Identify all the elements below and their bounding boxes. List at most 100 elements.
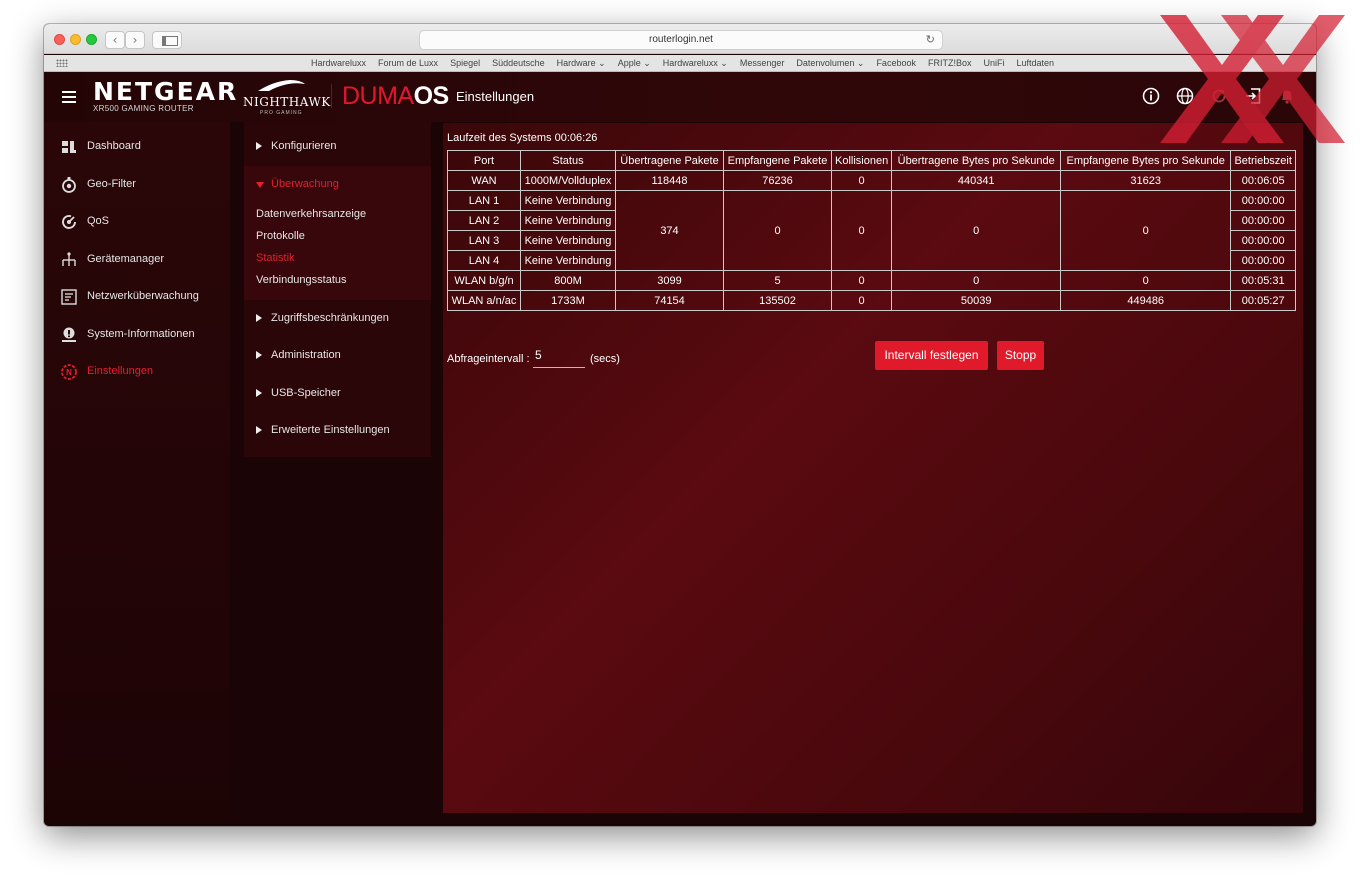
cell-tx-packets: 3099: [615, 270, 724, 291]
network-monitor-icon: [61, 289, 77, 305]
cell-tx-packets: 374: [615, 190, 724, 271]
cell-port: LAN 4: [447, 250, 521, 271]
minimize-window-button[interactable]: [70, 34, 81, 45]
reload-icon[interactable]: ↻: [926, 31, 935, 49]
bookmark-item[interactable]: Spiegel: [444, 55, 486, 72]
cell-tx-bytes: 0: [891, 270, 1062, 291]
cell-uptime: 00:00:00: [1230, 230, 1297, 251]
nav-item-geo-filter[interactable]: Geo-Filter: [44, 172, 230, 198]
cell-status: Keine Verbindung: [520, 210, 616, 231]
bookmark-item[interactable]: FRITZ!Box: [922, 55, 978, 72]
top-sites-icon[interactable]: [56, 59, 68, 67]
cell-status: 800M: [520, 270, 616, 291]
address-bar[interactable]: routerlogin.net ↻: [419, 30, 943, 50]
back-button[interactable]: ‹: [105, 31, 125, 49]
nav-item-network-monitoring[interactable]: Netzwerküberwachung: [44, 284, 230, 310]
cell-uptime: 00:00:00: [1230, 190, 1297, 211]
column-header: Empfangene Pakete: [723, 150, 832, 171]
zoom-window-button[interactable]: [86, 34, 97, 45]
nav-item-system-info[interactable]: System-Informationen: [44, 322, 230, 348]
header-divider: [331, 84, 332, 108]
bookmarks-bar: Hardwareluxx Forum de Luxx Spiegel Südde…: [44, 55, 1316, 72]
nav-label: Gerätemanager: [87, 253, 165, 265]
bookmark-item[interactable]: Hardware ⌄: [551, 55, 612, 72]
nav-label: System-Informationen: [87, 328, 195, 340]
nav-label: Dashboard: [87, 140, 141, 152]
column-header: Status: [520, 150, 616, 171]
bookmark-item[interactable]: Hardwareluxx ⌄: [657, 55, 734, 72]
subnav-advanced-settings[interactable]: Erweiterte Einstellungen: [244, 418, 431, 444]
bookmark-item[interactable]: Apple ⌄: [612, 55, 657, 72]
bookmark-item[interactable]: Hardwareluxx: [305, 55, 372, 72]
cell-uptime: 00:06:05: [1230, 170, 1297, 191]
caret-right-icon: [256, 314, 262, 322]
subnav-configure[interactable]: Konfigurieren: [244, 134, 431, 160]
table-row: WAN 1000M/Vollduplex 118448 76236 0 4403…: [447, 170, 1297, 191]
nighthawk-sub: PRO GAMING: [260, 110, 303, 116]
bookmark-item[interactable]: UniFi: [977, 55, 1010, 72]
sidebar-toggle-icon[interactable]: [152, 31, 182, 49]
subnav-label: USB-Speicher: [271, 387, 341, 399]
column-header: Betriebszeit: [1230, 150, 1297, 171]
nav-item-device-manager[interactable]: Gerätemanager: [44, 247, 230, 273]
cell-rx-bytes: 449486: [1060, 290, 1232, 311]
cell-tx-bytes: 440341: [891, 170, 1062, 191]
table-header-row: Port Status Übertragene Pakete Empfangen…: [447, 150, 1297, 171]
subnav-link-traffic-meter[interactable]: Datenverkehrsanzeige: [256, 208, 366, 220]
nav-label: Geo-Filter: [87, 178, 136, 190]
browser-titlebar: ‹ › routerlogin.net ↻: [44, 24, 1316, 54]
menu-icon[interactable]: [62, 91, 76, 103]
forward-button[interactable]: ›: [125, 31, 145, 49]
subnav-link-connection-status[interactable]: Verbindungsstatus: [256, 274, 347, 286]
cell-rx-bytes: 0: [1060, 190, 1232, 271]
bookmark-item[interactable]: Süddeutsche: [486, 55, 551, 72]
cell-port: WLAN a/n/ac: [447, 290, 521, 311]
cell-uptime: 00:00:00: [1230, 250, 1297, 271]
cell-status: Keine Verbindung: [520, 250, 616, 271]
cell-tx-bytes: 50039: [891, 290, 1062, 311]
bookmark-item[interactable]: Messenger: [734, 55, 791, 72]
geo-filter-icon: [62, 177, 76, 193]
system-uptime: Laufzeit des Systems 00:06:26: [447, 132, 598, 144]
nav-item-dashboard[interactable]: Dashboard: [44, 134, 230, 160]
subnav-usb-storage[interactable]: USB-Speicher: [244, 381, 431, 407]
bookmark-item[interactable]: Luftdaten: [1011, 55, 1061, 72]
cell-status: 1733M: [520, 290, 616, 311]
subnav-link-statistics[interactable]: Statistik: [256, 252, 295, 264]
caret-right-icon: [256, 351, 262, 359]
dashboard-icon: [62, 141, 76, 153]
main-nav: Dashboard Geo-Filter QoS Gerätemanager N…: [44, 122, 230, 826]
bookmark-item[interactable]: Facebook: [870, 55, 922, 72]
column-header: Empfangene Bytes pro Sekunde: [1060, 150, 1232, 171]
cell-rx-packets: 5: [723, 270, 832, 291]
subnav-administration[interactable]: Administration: [244, 343, 431, 369]
cell-port: WAN: [447, 170, 521, 191]
bookmark-item[interactable]: Datenvolumen ⌄: [790, 55, 870, 72]
stop-button[interactable]: Stopp: [997, 341, 1044, 370]
poll-interval-label: Abfrageintervall :: [447, 353, 530, 365]
info-icon[interactable]: [1142, 87, 1160, 105]
subnav-monitoring[interactable]: Überwachung: [244, 172, 431, 198]
cell-collisions: 0: [830, 170, 893, 191]
cell-status: Keine Verbindung: [520, 230, 616, 251]
url-text: routerlogin.net: [649, 34, 713, 45]
subnav-label: Konfigurieren: [271, 140, 337, 152]
subnav-link-logs[interactable]: Protokolle: [256, 230, 305, 242]
os-text: OS: [413, 82, 450, 110]
bookmark-item[interactable]: Forum de Luxx: [372, 55, 444, 72]
statistics-panel: Laufzeit des Systems 00:06:26 Port Statu…: [443, 123, 1303, 813]
nav-label: Einstellungen: [87, 365, 154, 377]
close-window-button[interactable]: [54, 34, 65, 45]
caret-down-icon: [256, 182, 264, 188]
nav-item-settings[interactable]: N Einstellungen: [44, 359, 230, 385]
subnav-label: Erweiterte Einstellungen: [271, 424, 390, 436]
subnav-label: Administration: [271, 349, 341, 361]
cell-rx-bytes: 0: [1060, 270, 1232, 291]
cell-collisions: 0: [830, 290, 893, 311]
subnav-access-control[interactable]: Zugriffsbeschränkungen: [244, 306, 431, 332]
nav-item-qos[interactable]: QoS: [44, 209, 230, 235]
set-interval-button[interactable]: Intervall festlegen: [875, 341, 988, 370]
poll-interval-input[interactable]: [533, 343, 585, 368]
column-header: Kollisionen: [830, 150, 893, 171]
column-header: Port: [447, 150, 521, 171]
